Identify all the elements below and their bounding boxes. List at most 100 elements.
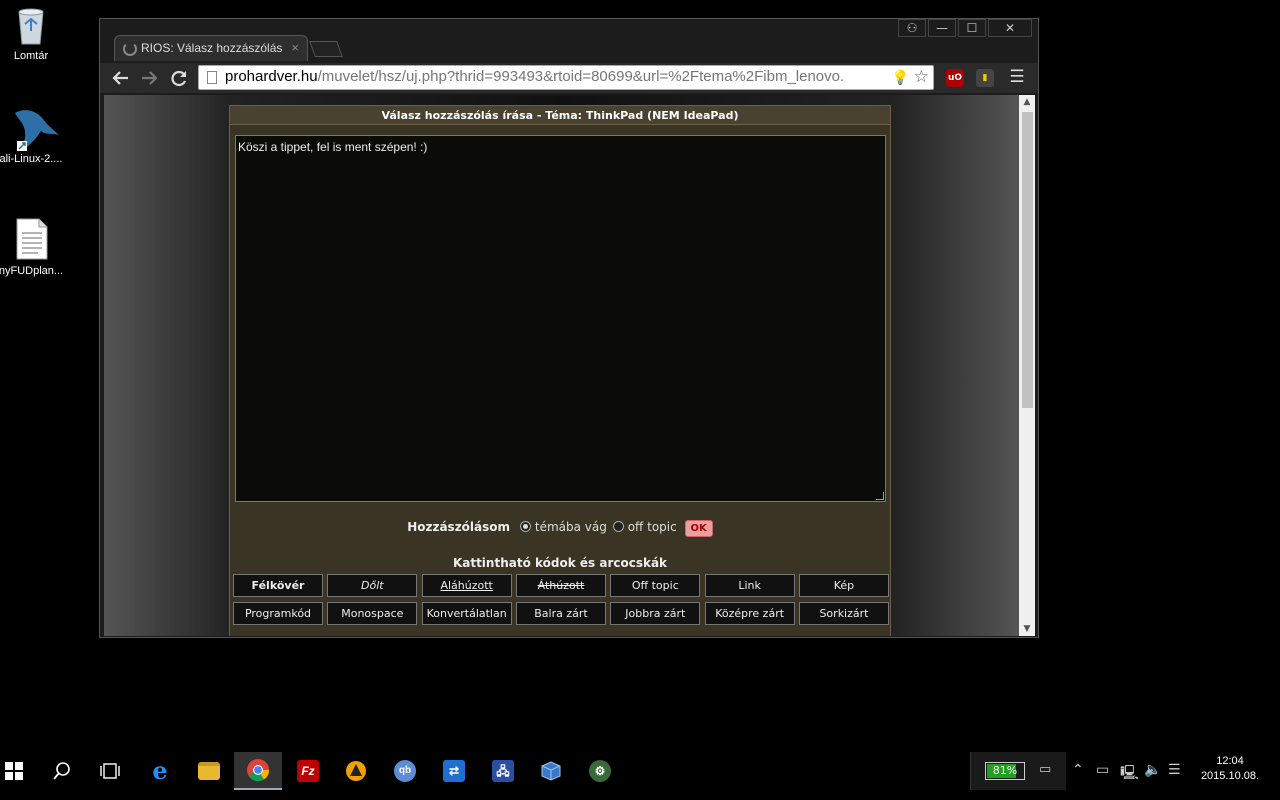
off-topic-button[interactable]: Off topic xyxy=(610,574,701,597)
system-clock[interactable]: 12:04 2015.10.08. xyxy=(1190,754,1270,784)
scroll-up-icon[interactable]: ▲ xyxy=(1019,95,1035,109)
taskbar-app-virtualbox[interactable] xyxy=(527,752,575,790)
image-button[interactable]: Kép xyxy=(798,574,889,597)
taskbar: e Fz qb ⇄ 🖧 ⚙ 81% ▭ ⌃ ▭ 🖳 🔈 ☰ 12:04 2015… xyxy=(0,752,1280,800)
battery-status-icon[interactable]: ▭ xyxy=(1096,762,1109,778)
recycle-bin-icon xyxy=(11,2,51,46)
page-viewport: Válasz hozzászólás írása - Téma: ThinkPa… xyxy=(104,95,1020,636)
loading-spinner-icon xyxy=(123,42,137,56)
desktop-icon-recycle-bin[interactable]: Lomtár xyxy=(0,2,69,62)
start-button[interactable] xyxy=(0,752,38,790)
volume-icon[interactable]: 🔈 xyxy=(1144,762,1161,778)
menu-button[interactable]: ☰ xyxy=(1006,67,1028,89)
show-hidden-icons-icon[interactable]: ⌃ xyxy=(1072,762,1084,778)
forward-button[interactable] xyxy=(138,67,160,89)
desktop-icon-document[interactable]: nyFUDplan... xyxy=(0,217,69,277)
radio-off-topic-label[interactable]: off topic xyxy=(628,520,677,534)
clock-date: 2015.10.08. xyxy=(1200,770,1260,782)
desktop-icon-label: nyFUDplan... xyxy=(0,265,64,277)
link-button[interactable]: Link xyxy=(704,574,795,597)
battery-settings-icon[interactable]: ▭ xyxy=(1039,762,1051,777)
security-tool-icon: ⚙ xyxy=(589,760,611,782)
browser-tab[interactable]: RIOS: Válasz hozzászólás × xyxy=(114,35,308,61)
vlc-icon xyxy=(346,761,366,781)
task-view-icon xyxy=(100,763,120,779)
url-host: prohardver.hu xyxy=(225,68,318,85)
post-type-label: Hozzászólásom xyxy=(407,520,511,534)
strikethrough-button[interactable]: Áthúzott xyxy=(515,574,606,597)
code-buttons-row-1: Félkövér Dőlt Aláhúzott Áthúzott Off top… xyxy=(233,574,889,597)
align-center-button[interactable]: Középre zárt xyxy=(704,602,795,625)
kali-dragon-icon xyxy=(11,105,59,151)
resize-handle-icon[interactable] xyxy=(876,492,884,500)
clock-time: 12:04 xyxy=(1216,755,1244,767)
new-tab-button[interactable] xyxy=(309,41,343,57)
bookmark-star-icon[interactable]: ☆ xyxy=(913,67,929,87)
taskbar-app-network-tool[interactable]: 🖧 xyxy=(479,752,527,790)
taskbar-app-edge[interactable]: e xyxy=(136,752,184,790)
reply-textarea[interactable]: Köszi a tippet, fel is ment szépen! :) xyxy=(235,135,886,502)
codes-title: Kattintható kódok és arcocskák xyxy=(452,556,668,570)
battery-indicator[interactable]: 81% ▭ xyxy=(970,752,1066,790)
close-window-button[interactable]: ✕ xyxy=(988,19,1032,37)
ok-button[interactable]: OK xyxy=(684,520,713,537)
browser-title-bar[interactable]: RIOS: Válasz hozzászólás × ⚇ — ☐ ✕ xyxy=(100,19,1038,63)
forward-arrow-icon xyxy=(142,71,158,85)
radio-on-topic[interactable] xyxy=(519,521,531,532)
taskbar-app-qbittorrent[interactable]: qb xyxy=(381,752,429,790)
search-button[interactable] xyxy=(38,752,86,790)
action-center-icon[interactable]: ☰ xyxy=(1168,762,1181,778)
italic-button[interactable]: Dőlt xyxy=(327,574,418,597)
network-icon: 🖧 xyxy=(492,760,514,782)
taskbar-app-security-tool[interactable]: ⚙ xyxy=(576,752,624,790)
address-bar[interactable]: prohardver.hu/muvelet/hsz/uj.php?thrid=9… xyxy=(198,65,934,90)
reload-icon xyxy=(171,70,187,87)
windows-logo-icon xyxy=(5,762,23,780)
text-file-icon xyxy=(11,217,51,261)
minimize-button[interactable]: — xyxy=(928,19,956,37)
align-left-button[interactable]: Balra zárt xyxy=(515,602,606,625)
code-button[interactable]: Programkód xyxy=(233,602,323,625)
filezilla-icon: Fz xyxy=(297,760,319,782)
search-icon xyxy=(53,762,70,780)
reply-form-panel: Válasz hozzászólás írása - Téma: ThinkPa… xyxy=(229,105,891,636)
extension-icon[interactable]: ▮ xyxy=(976,69,994,87)
align-right-button[interactable]: Jobbra zárt xyxy=(610,602,701,625)
task-view-button[interactable] xyxy=(86,752,134,790)
back-arrow-icon xyxy=(112,71,128,85)
maximize-button[interactable]: ☐ xyxy=(958,19,986,37)
virtualbox-icon xyxy=(541,761,561,781)
form-title: Válasz hozzászólás írása - Téma: ThinkPa… xyxy=(230,106,890,125)
page-icon xyxy=(207,71,217,84)
desktop-icon-kali-linux[interactable]: ali-Linux-2.... xyxy=(0,105,69,165)
scroll-down-icon[interactable]: ▼ xyxy=(1019,622,1035,636)
tab-close-icon[interactable]: × xyxy=(291,40,299,55)
code-buttons-row-2: Programkód Monospace Konvertálatlan Balr… xyxy=(233,602,889,625)
unconverted-button[interactable]: Konvertálatlan xyxy=(421,602,512,625)
radio-off-topic[interactable] xyxy=(612,521,624,532)
taskbar-app-chrome[interactable] xyxy=(234,752,282,790)
taskbar-app-teamviewer[interactable]: ⇄ xyxy=(430,752,478,790)
network-tray-icon[interactable]: 🖳 xyxy=(1120,762,1139,786)
bold-button[interactable]: Félkövér xyxy=(233,574,323,597)
scrollbar-thumb[interactable] xyxy=(1022,112,1033,408)
profile-icon[interactable]: ⚇ xyxy=(898,19,926,37)
monospace-button[interactable]: Monospace xyxy=(327,602,418,625)
ublock-icon[interactable]: uO xyxy=(946,69,964,87)
lightbulb-icon[interactable]: 💡 xyxy=(888,69,909,86)
desktop-icon-label: ali-Linux-2.... xyxy=(0,153,63,165)
browser-toolbar: prohardver.hu/muvelet/hsz/uj.php?thrid=9… xyxy=(100,63,1038,93)
radio-on-topic-label[interactable]: témába vág xyxy=(535,520,607,534)
window-controls: ⚇ — ☐ ✕ xyxy=(896,19,1032,37)
taskbar-app-filezilla[interactable]: Fz xyxy=(284,752,332,790)
taskbar-app-vlc[interactable] xyxy=(332,752,380,790)
underline-button[interactable]: Aláhúzott xyxy=(421,574,512,597)
battery-icon: 81% xyxy=(985,762,1025,780)
desktop: Lomtár ali-Linux-2.... nyFUDplan... RIOS… xyxy=(0,0,1280,800)
taskbar-app-file-explorer[interactable] xyxy=(185,752,233,790)
page-scrollbar[interactable]: ▲ ▼ xyxy=(1019,95,1035,636)
back-button[interactable] xyxy=(110,67,132,89)
justify-button[interactable]: Sorkizárt xyxy=(798,602,889,625)
reload-button[interactable] xyxy=(168,67,190,89)
qbittorrent-icon: qb xyxy=(394,760,416,782)
